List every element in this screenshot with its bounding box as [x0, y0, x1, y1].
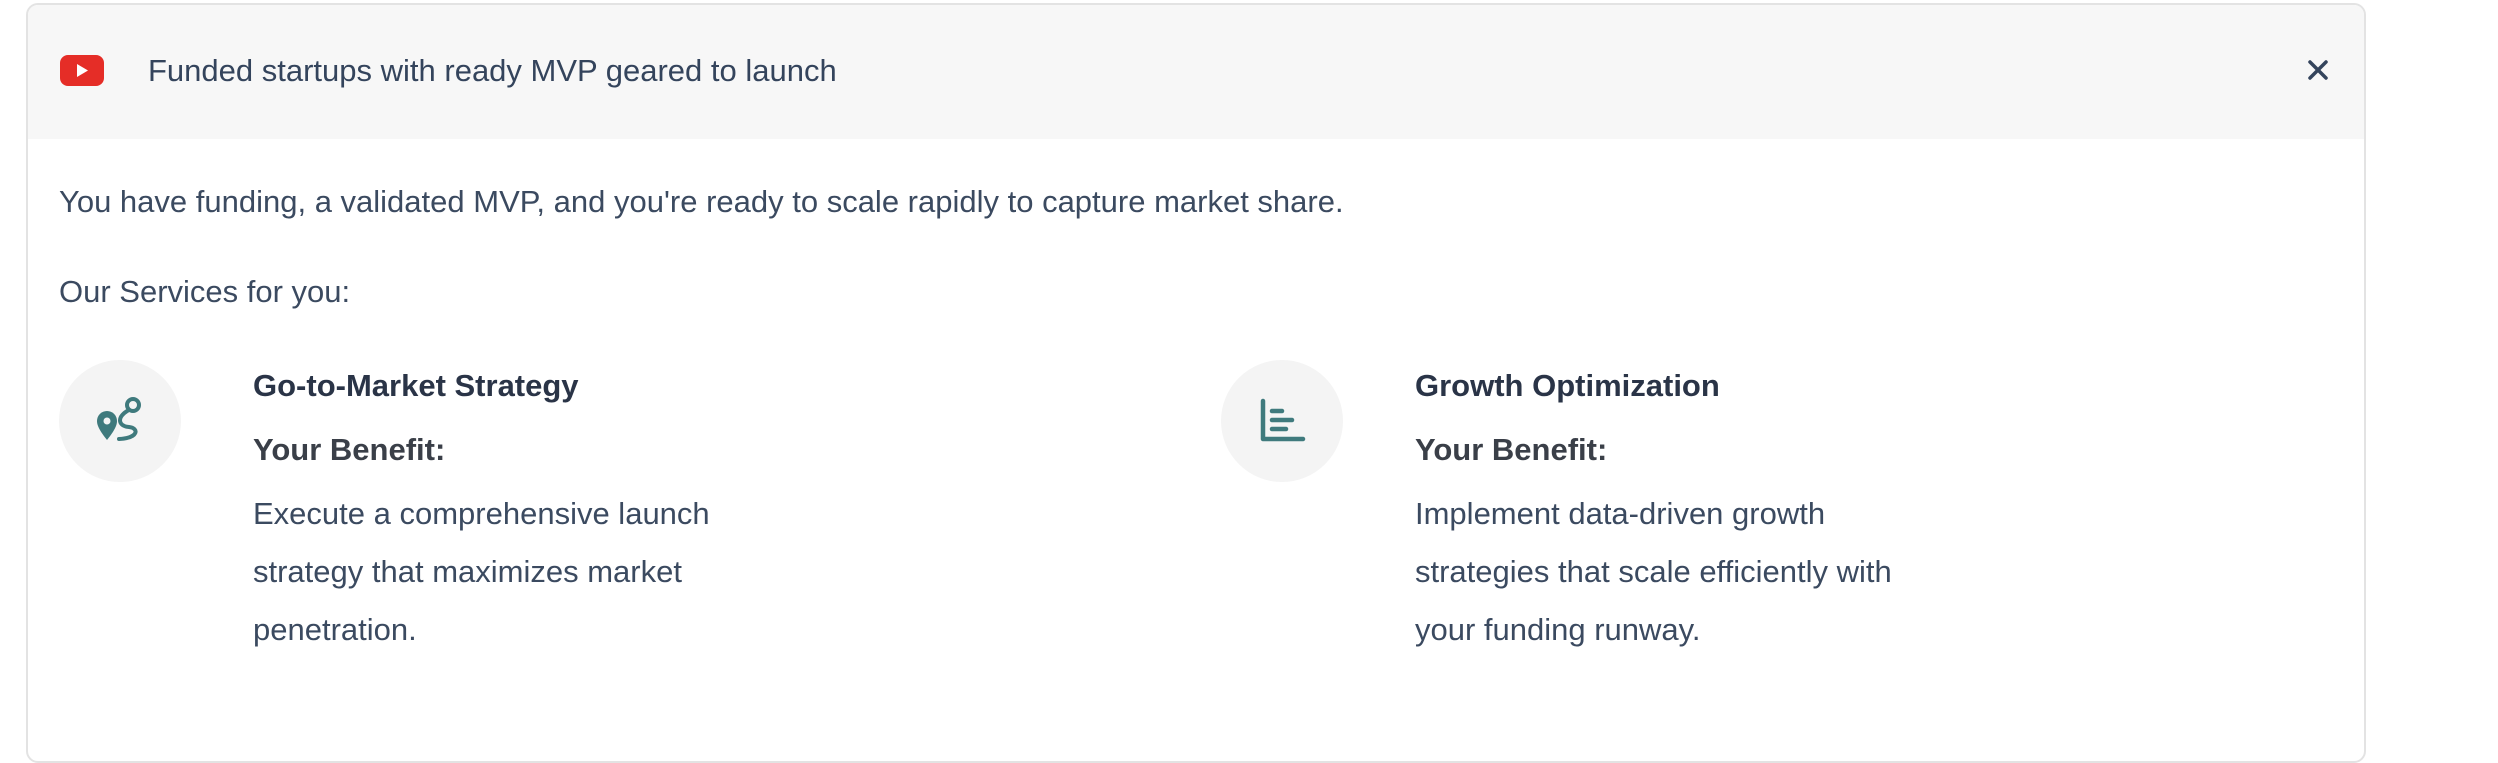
services-heading: Our Services for you:: [59, 274, 351, 309]
service-icon-circle: [59, 360, 181, 482]
panel-title: Funded startups with ready MVP geared to…: [148, 53, 837, 88]
service-icon-circle: [1221, 360, 1343, 482]
benefit-label: Your Benefit:: [1415, 432, 1608, 467]
accordion-panel: Funded startups with ready MVP geared to…: [26, 3, 2366, 763]
service-description: Implement data-driven growth strategies …: [1415, 496, 1892, 647]
bar-chart-icon: [1260, 398, 1306, 442]
close-icon: [2308, 60, 2328, 80]
service-title: Go-to-Market Strategy: [253, 368, 579, 403]
service-description: Execute a comprehensive launch strategy …: [253, 496, 710, 647]
youtube-icon: [60, 55, 104, 86]
intro-text: You have funding, a validated MVP, and y…: [59, 184, 1344, 219]
route-icon: [97, 397, 141, 441]
service-title: Growth Optimization: [1415, 368, 1720, 403]
panel-header[interactable]: Funded startups with ready MVP geared to…: [28, 5, 2364, 139]
benefit-label: Your Benefit:: [253, 432, 446, 467]
close-button[interactable]: [2300, 52, 2336, 88]
